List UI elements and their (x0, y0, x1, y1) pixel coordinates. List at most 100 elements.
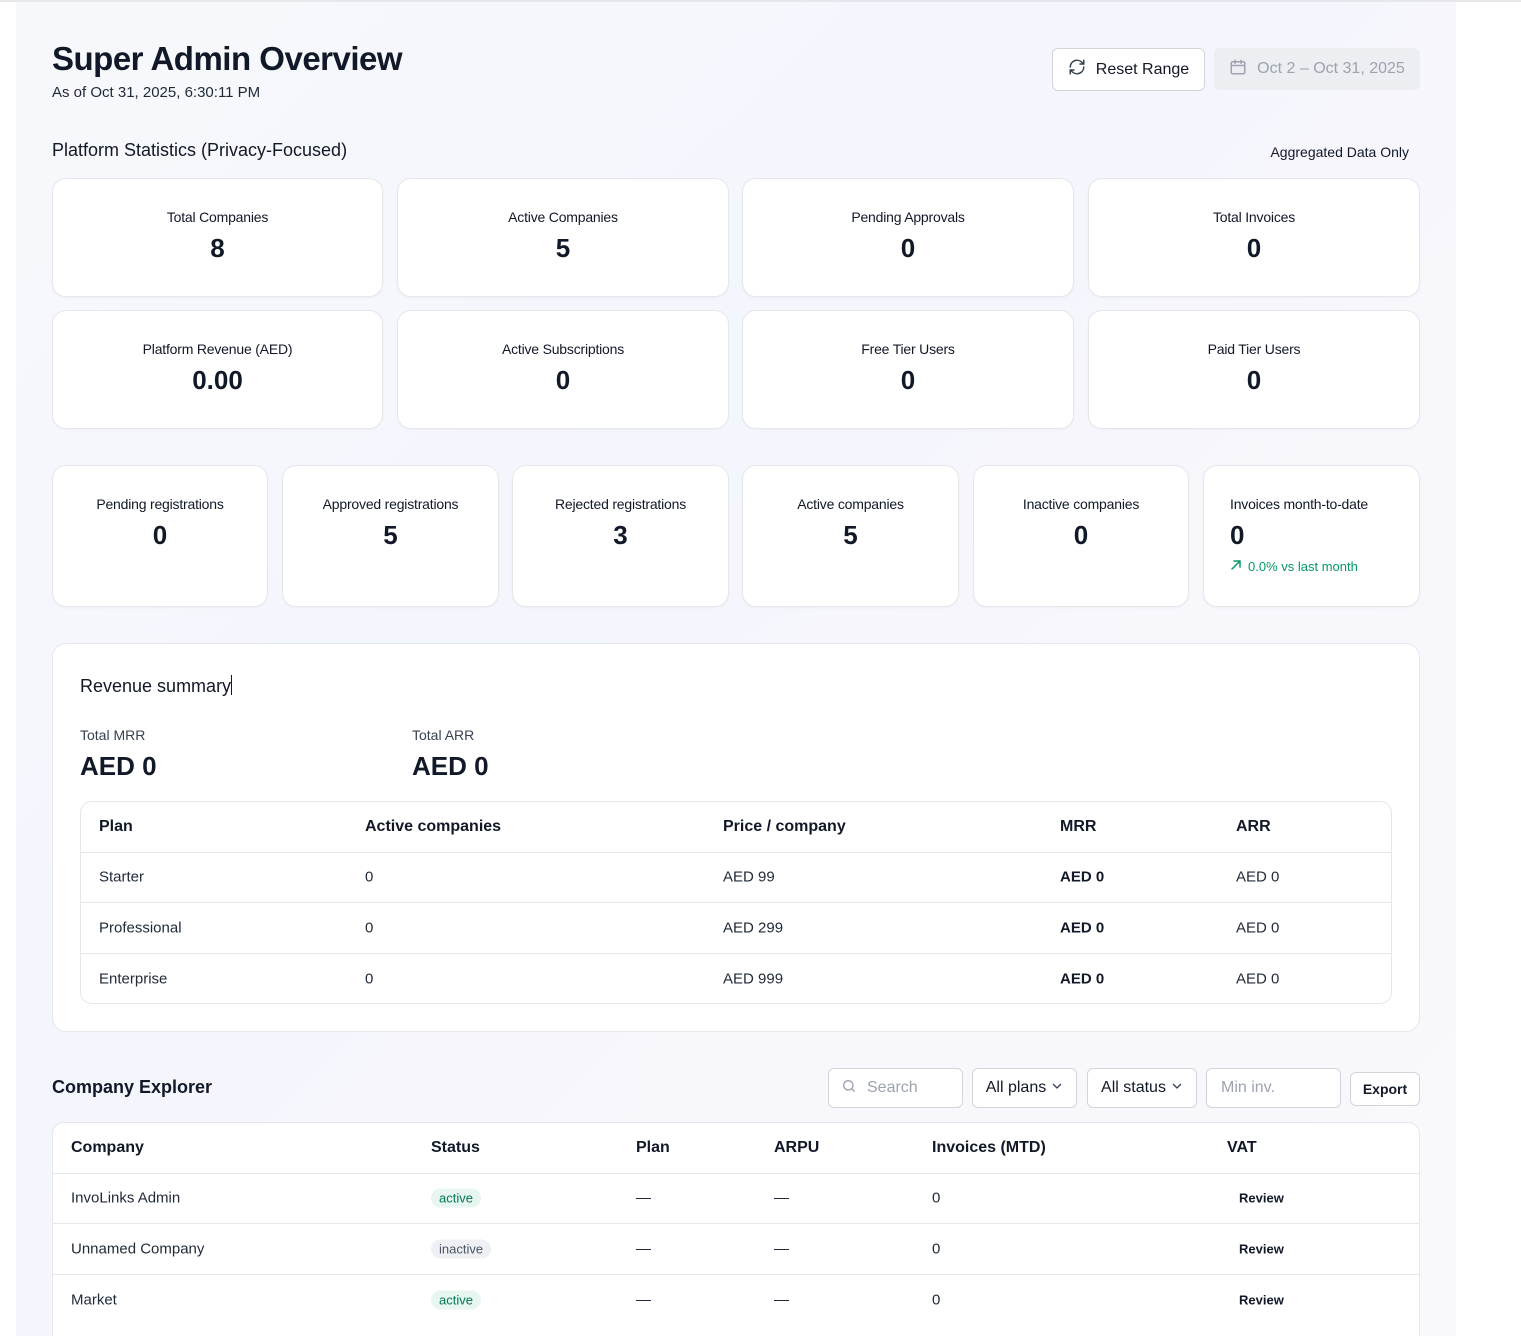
arr-cell: AED 0 (1236, 919, 1280, 937)
min-invoices-placeholder: Min inv. (1221, 1079, 1275, 1096)
stat-value: 0 (1230, 520, 1245, 550)
reg-card-approved: Approved registrations 5 (282, 465, 499, 607)
arr-cell: AED 0 (1236, 868, 1280, 886)
company-name: InvoLinks Admin (71, 1189, 181, 1207)
stat-card-active-companies: Active Companies 5 (397, 178, 729, 297)
stat-label: Rejected registrations (555, 496, 686, 512)
revenue-plan-table: Plan Active companies Price / company MR… (80, 801, 1392, 1004)
table-row[interactable]: Unnamed Company inactive — — 0 Review (53, 1224, 1419, 1275)
as-of-timestamp: As of Oct 31, 2025, 6:30:11 PM (52, 84, 261, 101)
column-header: ARPU (774, 1138, 820, 1156)
stat-card-active-subscriptions: Active Subscriptions 0 (397, 310, 729, 429)
aggregated-data-badge: Aggregated Data Only (1270, 144, 1409, 160)
mrr-cell: AED 0 (1060, 919, 1105, 937)
table-row: Professional 0 AED 299 AED 0 AED 0 (81, 903, 1391, 954)
stat-label: Total Companies (166, 209, 269, 225)
column-header: Invoices (MTD) (932, 1138, 1046, 1156)
reg-card-inactive-companies: Inactive companies 0 (973, 465, 1189, 607)
table-row[interactable]: InvoLinks Admin active — — 0 Review (53, 1174, 1419, 1224)
company-explorer-title: Company Explorer (52, 1077, 213, 1097)
table-row[interactable]: Market active — — 0 Review (53, 1275, 1419, 1326)
active-companies-cell: 0 (365, 919, 374, 937)
stat-value: 0 (900, 365, 916, 395)
reg-card-active-companies: Active companies 5 (742, 465, 959, 607)
page-title: Super Admin Overview (52, 40, 403, 77)
reg-card-pending: Pending registrations 0 (52, 465, 268, 607)
active-companies-cell: 0 (365, 868, 374, 886)
platform-stats-title: Platform Statistics (Privacy-Focused) (52, 140, 348, 160)
trend-indicator: 0.0% vs last month (1230, 559, 1358, 574)
invoices-cell: 0 (932, 1240, 941, 1258)
calendar-icon (1229, 58, 1247, 81)
total-mrr-value: AED 0 (80, 751, 157, 781)
price-cell: AED 299 (723, 919, 784, 937)
plan-cell: Enterprise (99, 970, 168, 988)
trend-text: 0.0% vs last month (1248, 559, 1358, 574)
mrr-cell: AED 0 (1060, 970, 1105, 988)
column-header: ARR (1236, 817, 1271, 835)
stat-label: Active Subscriptions (501, 341, 625, 357)
status-filter-select[interactable]: All status (1087, 1068, 1197, 1108)
total-arr-metric: Total ARR AED 0 (412, 727, 489, 782)
arpu-cell: — (774, 1189, 789, 1207)
min-invoices-input[interactable]: Min inv. (1206, 1068, 1341, 1108)
search-icon (841, 1078, 857, 1099)
column-header: Plan (636, 1138, 670, 1156)
company-name: Market (71, 1291, 117, 1309)
vat-review-button[interactable]: Review (1239, 1241, 1284, 1256)
invoices-cell: 0 (932, 1291, 941, 1309)
stat-value: 0 (152, 520, 168, 550)
stat-label: Approved registrations (322, 496, 459, 512)
stat-card-platform-revenue: Platform Revenue (AED) 0.00 (52, 310, 383, 429)
vat-review-button[interactable]: Review (1239, 1191, 1284, 1206)
revenue-summary-card: Revenue summary Total MRR AED 0 Total AR… (52, 643, 1420, 1032)
column-header: Active companies (365, 817, 502, 835)
status-badge: inactive (431, 1239, 492, 1259)
stat-value: 0 (900, 233, 916, 263)
company-table: Company Status Plan ARPU Invoices (MTD) … (52, 1122, 1420, 1336)
date-range-label: Oct 2 – Oct 31, 2025 (1257, 60, 1405, 77)
total-mrr-label: Total MRR (80, 727, 146, 743)
stat-label: Pending Approvals (851, 209, 965, 225)
table-header-row: Plan Active companies Price / company MR… (81, 802, 1391, 853)
stat-label: Free Tier Users (861, 341, 955, 357)
stat-label: Pending registrations (96, 496, 224, 512)
search-input[interactable]: Search (828, 1068, 963, 1108)
invoices-cell: 0 (932, 1189, 941, 1207)
stat-label: Invoices month-to-date (1230, 496, 1369, 512)
plan-cell: — (636, 1240, 651, 1258)
vat-review-button[interactable]: Review (1239, 1292, 1284, 1307)
status-badge: active (431, 1188, 481, 1208)
total-arr-label: Total ARR (412, 727, 475, 743)
stat-label: Active companies (797, 496, 904, 512)
plan-filter-select[interactable]: All plans (972, 1068, 1077, 1108)
column-header: Price / company (723, 817, 846, 835)
search-placeholder: Search (867, 1079, 918, 1096)
revenue-summary-title: Revenue summary (80, 675, 233, 697)
stat-value: 0 (1246, 365, 1262, 395)
text-cursor (231, 675, 233, 695)
total-arr-value: AED 0 (412, 751, 489, 781)
export-button[interactable]: Export (1350, 1072, 1420, 1106)
arpu-cell: — (774, 1291, 789, 1309)
chevron-down-icon (1051, 1079, 1063, 1097)
active-companies-cell: 0 (365, 970, 374, 988)
stat-label: Total Invoices (1212, 209, 1296, 225)
plan-filter-label: All plans (985, 1079, 1047, 1096)
stat-label: Platform Revenue (AED) (142, 341, 293, 357)
stat-value: 0.00 (192, 365, 243, 395)
reset-range-button[interactable]: Reset Range (1052, 48, 1205, 91)
chevron-down-icon (1171, 1079, 1183, 1097)
stat-card-free-tier-users: Free Tier Users 0 (742, 310, 1074, 429)
arpu-cell: — (774, 1240, 789, 1258)
reg-card-invoices-mtd: Invoices month-to-date 0 0.0% vs last mo… (1203, 465, 1420, 607)
date-range-picker[interactable]: Oct 2 – Oct 31, 2025 (1214, 48, 1420, 90)
status-badge: active (431, 1290, 481, 1310)
stat-value: 8 (210, 233, 225, 263)
table-row: Starter 0 AED 99 AED 0 AED 0 (81, 853, 1391, 903)
arr-cell: AED 0 (1236, 970, 1280, 988)
stat-card-total-companies: Total Companies 8 (52, 178, 383, 297)
column-header: VAT (1227, 1138, 1257, 1156)
stat-value: 5 (555, 233, 571, 263)
column-header: Status (431, 1138, 480, 1156)
